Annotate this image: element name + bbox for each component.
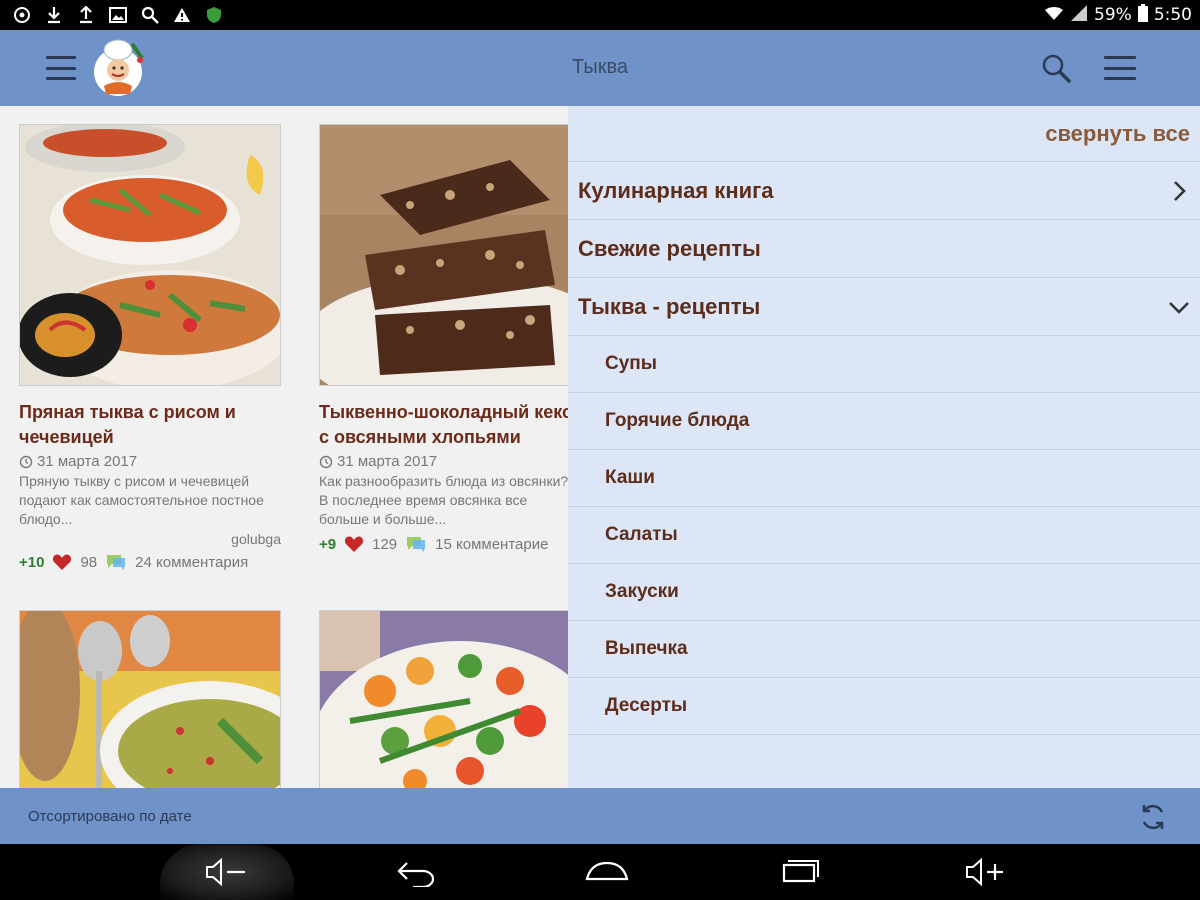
recipe-title[interactable]: Тыквенно-шоколадный кекс с овсяными хлоп… <box>319 400 581 450</box>
drawer-item-cookbook[interactable]: Кулинарная книга <box>568 162 1200 220</box>
back-icon[interactable] <box>387 852 447 892</box>
recipe-comments[interactable]: 15 комментарие <box>435 536 548 553</box>
recipe-stats: +10 98 24 комментария <box>19 553 281 571</box>
drawer-subitem-desserts[interactable]: Десерты <box>568 678 1200 735</box>
settings-icon <box>12 5 32 25</box>
search-icon <box>140 5 160 25</box>
battery-level: 59% <box>1094 5 1132 25</box>
comments-icon[interactable] <box>405 535 427 553</box>
recipe-score: +9 <box>319 535 337 553</box>
heart-icon[interactable] <box>344 535 364 553</box>
recipe-title[interactable]: Пряная тыква с рисом и чечевицей <box>19 400 281 450</box>
recipe-card[interactable]: Пряная тыква с рисом и чечевицей 31 март… <box>19 124 281 571</box>
drawer-item-label: Кулинарная книга <box>578 177 774 203</box>
warning-icon <box>172 5 192 25</box>
recipe-author[interactable]: golubga <box>19 531 281 547</box>
clock-icon <box>19 455 33 468</box>
app-bar: Тыква <box>0 30 1200 106</box>
recipe-comments[interactable]: 24 комментария <box>135 554 248 571</box>
recipe-description: Как разнообразить блюда из овсянки? В по… <box>319 473 569 527</box>
recipe-card[interactable] <box>319 610 581 788</box>
drawer-item-label: Свежие рецепты <box>578 235 761 261</box>
drawer-subitem-hot-dishes[interactable]: Горячие блюда <box>568 393 1200 450</box>
drawer-subitem-appetizers[interactable]: Закуски <box>568 564 1200 621</box>
recipe-description: Пряную тыкву с рисом и чечевицей подают … <box>19 473 264 527</box>
drawer-item-pumpkin-recipes[interactable]: Тыква - рецепты <box>568 278 1200 336</box>
recipe-photo[interactable] <box>319 124 581 386</box>
clock-icon <box>319 455 333 468</box>
home-icon[interactable] <box>577 852 637 892</box>
recipe-stats: +9 129 15 комментарие <box>319 535 581 553</box>
collapse-all-button[interactable]: свернуть все <box>568 106 1200 162</box>
volume-down-icon[interactable] <box>196 852 256 892</box>
recipe-date-text: 31 марта 2017 <box>337 453 438 470</box>
wifi-icon <box>1044 5 1064 26</box>
drawer-item-fresh-recipes[interactable]: Свежие рецепты <box>568 220 1200 278</box>
status-bar: 59% 5:50 <box>0 0 1200 30</box>
recipe-card[interactable] <box>19 610 281 788</box>
download-icon <box>44 5 64 25</box>
signal-icon <box>1070 4 1088 27</box>
recipe-date-text: 31 марта 2017 <box>37 453 138 470</box>
drawer-subitem-salads[interactable]: Салаты <box>568 507 1200 564</box>
battery-icon <box>1137 3 1148 27</box>
clock: 5:50 <box>1153 5 1192 25</box>
drawer-subitem-porridges[interactable]: Каши <box>568 450 1200 507</box>
page-title: Тыква <box>572 56 628 78</box>
image-icon <box>108 5 128 25</box>
recipe-card[interactable]: Тыквенно-шоколадный кекс с овсяными хлоп… <box>319 124 581 553</box>
recents-icon[interactable] <box>768 852 828 892</box>
recipe-photo[interactable] <box>19 610 281 788</box>
search-icon[interactable] <box>1038 50 1074 86</box>
recipe-likes: 98 <box>80 553 98 571</box>
volume-up-icon[interactable] <box>956 852 1016 892</box>
recipe-likes: 129 <box>372 535 398 553</box>
recipe-date: 31 марта 2017 <box>319 453 581 470</box>
drawer-subitem-soups[interactable]: Супы <box>568 336 1200 393</box>
chevron-down-icon <box>1169 302 1189 314</box>
drawer-subitem-baking[interactable]: Выпечка <box>568 621 1200 678</box>
sort-label[interactable]: Отсортировано по дате <box>28 808 192 825</box>
category-drawer: свернуть все Кулинарная книга Свежие рец… <box>568 106 1200 788</box>
comments-icon[interactable] <box>105 553 127 571</box>
recipe-photo[interactable] <box>319 610 581 788</box>
upload-icon <box>76 5 96 25</box>
drawer-item-label: Тыква - рецепты <box>578 293 761 319</box>
recipe-date: 31 марта 2017 <box>19 453 281 470</box>
recipe-score: +10 <box>19 553 45 571</box>
heart-icon[interactable] <box>52 553 72 571</box>
chevron-right-icon <box>1174 181 1186 201</box>
refresh-icon[interactable] <box>1136 800 1170 834</box>
shield-icon <box>204 5 224 25</box>
bottom-bar: Отсортировано по дате <box>0 788 1200 844</box>
overflow-menu-icon[interactable] <box>1100 52 1140 84</box>
recipe-photo[interactable] <box>19 124 281 386</box>
